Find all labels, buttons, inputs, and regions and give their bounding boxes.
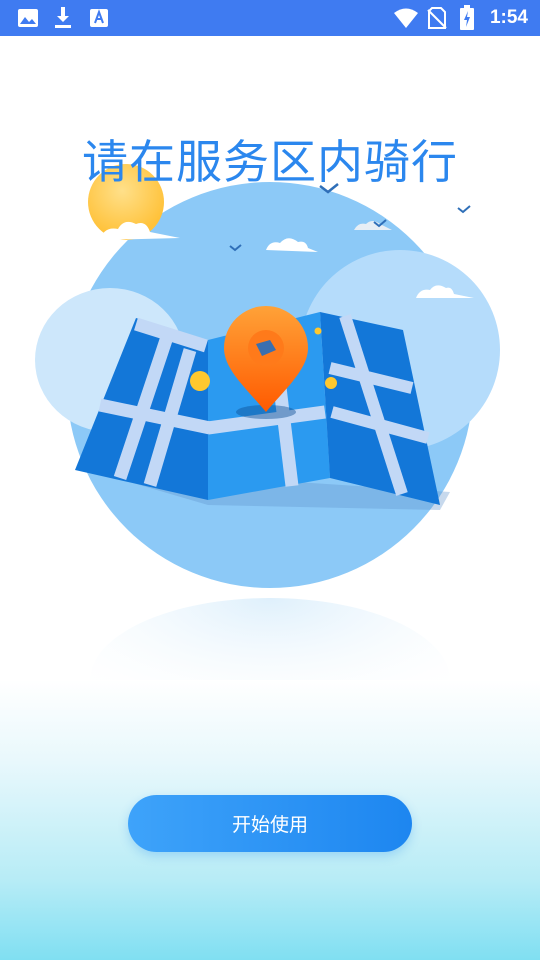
font-a-icon [90,9,108,27]
location-dot [314,327,322,335]
location-dot [190,371,210,391]
wifi-icon [394,8,418,28]
status-bar: 1:54 [0,0,540,36]
download-icon [55,7,71,28]
map-illustration [35,164,500,680]
status-time: 1:54 [489,7,528,28]
start-button[interactable]: 开始使用 [128,795,412,852]
no-sim-icon [427,7,447,29]
image-icon [18,9,38,27]
battery-charging-icon [460,5,474,30]
location-dot [325,377,337,389]
bird-icon [457,205,471,214]
reflection [90,598,450,680]
page-title: 请在服务区内骑行 [82,135,458,189]
